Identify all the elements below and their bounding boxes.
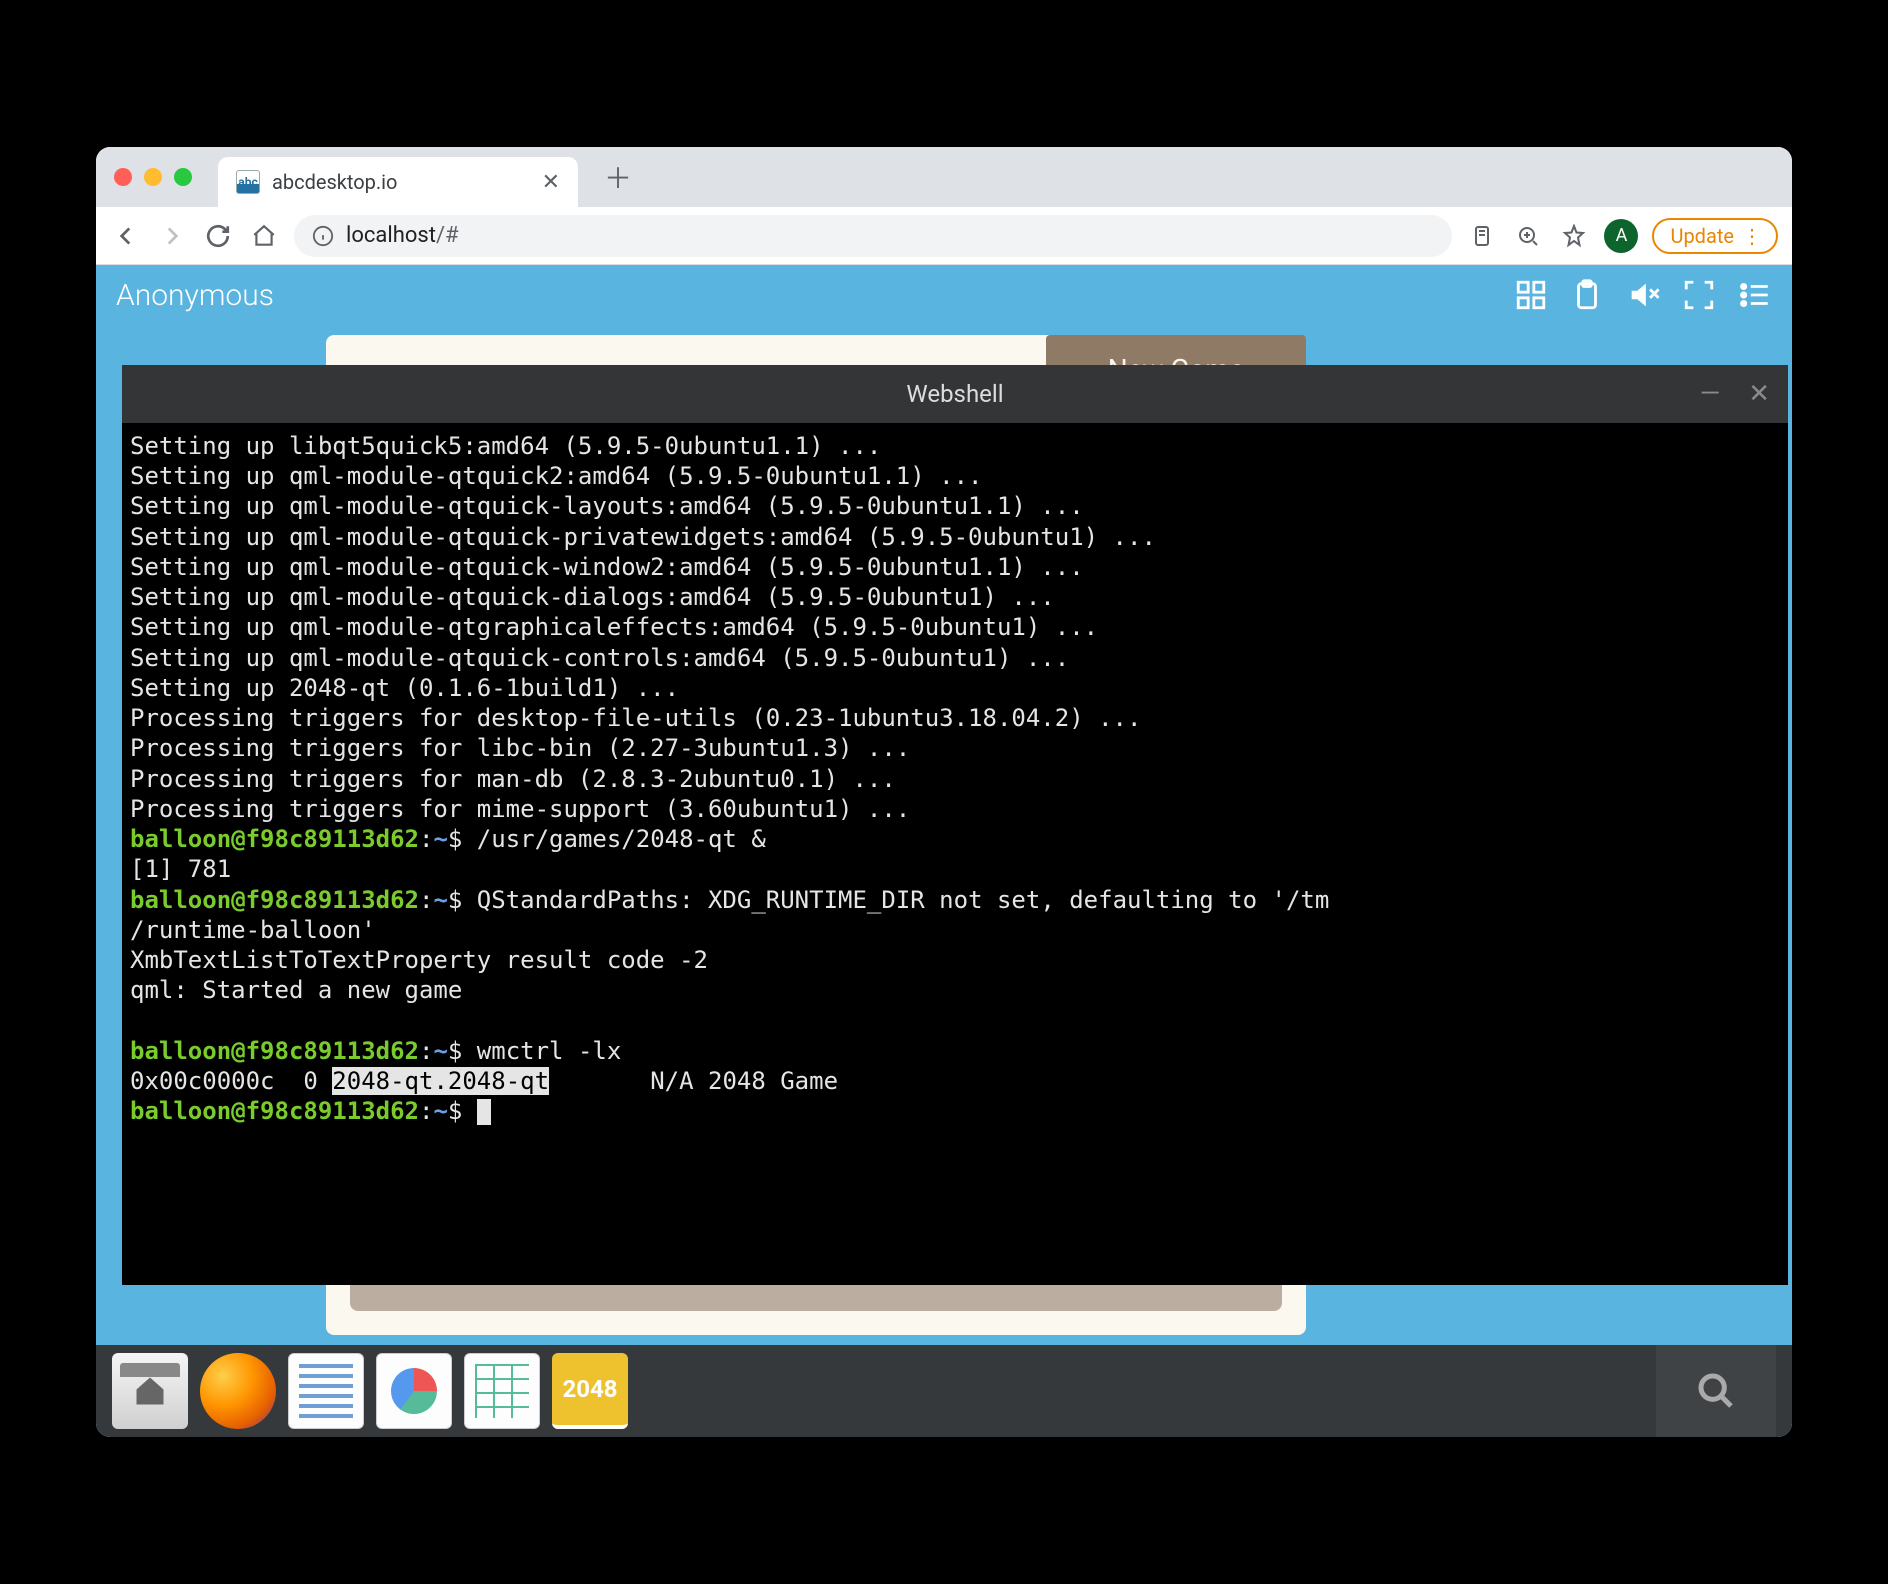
prompt-path: ~ (433, 1037, 447, 1065)
close-icon[interactable]: ✕ (1748, 379, 1770, 409)
prompt-char: $ (448, 886, 462, 914)
fullscreen-icon[interactable] (1682, 278, 1716, 312)
terminal-line: Processing triggers for man-db (2.8.3-2u… (130, 765, 896, 793)
browser-tab[interactable]: abc abcdesktop.io ✕ (218, 157, 578, 207)
terminal-line: Setting up qml-module-qtquick-privatewid… (130, 523, 1156, 551)
new-tab-button[interactable]: ＋ (604, 157, 632, 197)
terminal-line: qml: Started a new game (130, 976, 462, 1004)
desktop-header: Anonymous (96, 265, 1792, 325)
browser-window: abc abcdesktop.io ✕ ＋ localhost/# (96, 147, 1792, 1437)
address-bar[interactable]: localhost/# (294, 215, 1452, 257)
apps-icon[interactable] (1514, 278, 1548, 312)
tab-strip: abc abcdesktop.io ✕ ＋ (96, 147, 1792, 207)
clipboard-icon[interactable] (1570, 278, 1604, 312)
prompt-user: balloon@f98c89113d62 (130, 825, 419, 853)
terminal-window: Webshell — ✕ Setting up libqt5quick5:amd… (122, 365, 1788, 1285)
terminal-line: Setting up qml-module-qtquick-controls:a… (130, 644, 1069, 672)
update-button[interactable]: Update ⋮ (1652, 218, 1778, 254)
terminal-line: Setting up qml-module-qtquick-dialogs:am… (130, 583, 1055, 611)
prompt-char: $ (448, 1037, 462, 1065)
terminal-line: Setting up qml-module-qtquick-layouts:am… (130, 492, 1084, 520)
terminal-command: wmctrl -lx (477, 1037, 622, 1065)
site-info-icon[interactable] (312, 225, 334, 247)
dock: 2048 (96, 1345, 1792, 1437)
terminal-command: /usr/games/2048-qt & (477, 825, 766, 853)
prompt-char: $ (448, 825, 462, 853)
prompt-sep: : (419, 825, 433, 853)
terminal-line: QStandardPaths: XDG_RUNTIME_DIR not set,… (477, 886, 1330, 914)
reload-button[interactable] (202, 220, 234, 252)
dock-2048[interactable]: 2048 (552, 1353, 628, 1429)
back-button[interactable] (110, 220, 142, 252)
profile-avatar[interactable]: A (1604, 219, 1638, 253)
terminal-line: 0x00c0000c 0 (130, 1067, 332, 1095)
window-controls (114, 168, 192, 186)
username-label: Anonymous (116, 278, 274, 313)
prompt-char: $ (448, 1097, 462, 1125)
prompt-path: ~ (433, 1097, 447, 1125)
more-icon: ⋮ (1742, 224, 1760, 248)
prompt-sep: : (419, 1037, 433, 1065)
terminal-line: Setting up qml-module-qtquick-window2:am… (130, 553, 1084, 581)
terminal-line: Setting up qml-module-qtgraphicaleffects… (130, 613, 1098, 641)
highlighted-text: 2048-qt.2048-qt (332, 1067, 549, 1095)
prompt-path: ~ (433, 886, 447, 914)
favicon-icon: abc (236, 170, 260, 194)
terminal-line: Processing triggers for desktop-file-uti… (130, 704, 1141, 732)
url-text: localhost/# (346, 223, 459, 248)
reader-icon[interactable] (1466, 220, 1498, 252)
terminal-title: Webshell (906, 380, 1003, 408)
forward-button[interactable] (156, 220, 188, 252)
dock-files[interactable] (112, 1353, 188, 1429)
prompt-sep: : (419, 886, 433, 914)
minimize-window-button[interactable] (144, 168, 162, 186)
volume-mute-icon[interactable] (1626, 278, 1660, 312)
dock-writer[interactable] (288, 1353, 364, 1429)
terminal-line: Setting up qml-module-qtquick2:amd64 (5.… (130, 462, 983, 490)
minimize-icon[interactable]: — (1700, 379, 1720, 409)
terminal-line: XmbTextListToTextProperty result code -2 (130, 946, 708, 974)
prompt-user: balloon@f98c89113d62 (130, 1097, 419, 1125)
dock-impress[interactable] (376, 1353, 452, 1429)
terminal-line: Setting up 2048-qt (0.1.6-1build1) ... (130, 674, 679, 702)
dock-search[interactable] (1656, 1345, 1776, 1437)
bookmark-icon[interactable] (1558, 220, 1590, 252)
prompt-sep: : (419, 1097, 433, 1125)
maximize-window-button[interactable] (174, 168, 192, 186)
terminal-line: Processing triggers for mime-support (3.… (130, 795, 910, 823)
prompt-path: ~ (433, 825, 447, 853)
dock-calc[interactable] (464, 1353, 540, 1429)
prompt-user: balloon@f98c89113d62 (130, 1037, 419, 1065)
zoom-icon[interactable] (1512, 220, 1544, 252)
tab-title: abcdesktop.io (272, 170, 397, 194)
remote-desktop: Anonymous New Game Webshell — ✕ (96, 265, 1792, 1437)
terminal-line: Setting up libqt5quick5:amd64 (5.9.5-0ub… (130, 432, 881, 460)
prompt-user: balloon@f98c89113d62 (130, 886, 419, 914)
search-icon (1696, 1371, 1736, 1411)
home-button[interactable] (248, 220, 280, 252)
terminal-line: N/A 2048 Game (549, 1067, 838, 1095)
cursor (477, 1099, 491, 1125)
close-window-button[interactable] (114, 168, 132, 186)
dock-firefox[interactable] (200, 1353, 276, 1429)
browser-toolbar: localhost/# A Update ⋮ (96, 207, 1792, 265)
desktop-header-icons (1514, 278, 1772, 312)
terminal-titlebar[interactable]: Webshell — ✕ (122, 365, 1788, 423)
terminal-line: Processing triggers for libc-bin (2.27-3… (130, 734, 910, 762)
update-label: Update (1670, 224, 1734, 248)
terminal-body[interactable]: Setting up libqt5quick5:amd64 (5.9.5-0ub… (122, 423, 1788, 1285)
home-folder-icon (132, 1373, 168, 1409)
terminal-line: [1] 781 (130, 855, 231, 883)
terminal-line: /runtime-balloon' (130, 916, 376, 944)
close-tab-icon[interactable]: ✕ (542, 170, 560, 195)
menu-list-icon[interactable] (1738, 278, 1772, 312)
